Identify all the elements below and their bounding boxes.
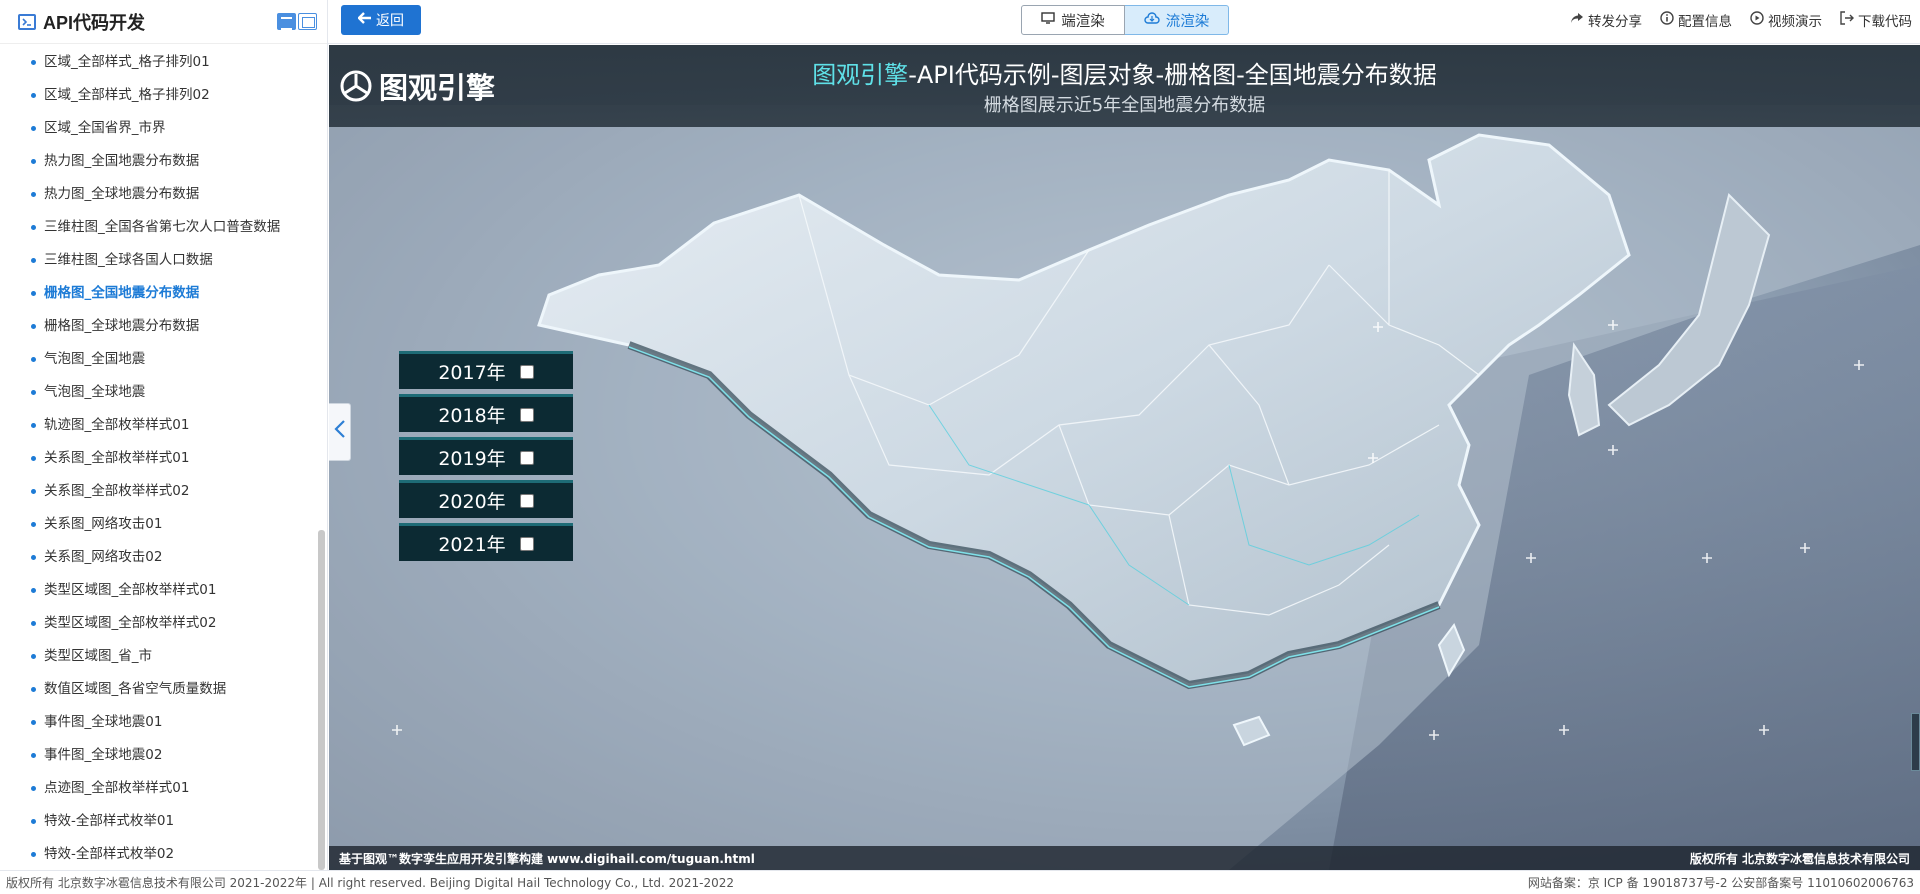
cloud-icon <box>1144 12 1160 28</box>
config-info-label: 配置信息 <box>1678 14 1732 30</box>
sidebar-item[interactable]: 类型区域图_全部枚举样式02 <box>0 607 317 640</box>
year-checkbox[interactable] <box>519 536 534 551</box>
sidebar-item[interactable]: 三维柱图_全球各国人口数据 <box>0 244 317 277</box>
sidebar-item[interactable]: 轨迹图_全部枚举样式01 <box>0 409 317 442</box>
year-label: 2018年 <box>438 405 506 427</box>
sidebar-item[interactable]: 区域_全部样式_格子排列01 <box>0 46 317 79</box>
sidebar-item[interactable]: 气泡图_全球地震 <box>0 376 317 409</box>
year-filter-item[interactable]: 2021年 <box>399 523 573 561</box>
render-mode-group: 端渲染 流渲染 <box>1021 5 1229 35</box>
download-code-label: 下载代码 <box>1858 14 1912 30</box>
year-filter-item[interactable]: 2017年 <box>399 351 573 389</box>
sidebar-item[interactable]: 区域_全部样式_格子排列02 <box>0 79 317 112</box>
footer-icp: 网站备案：京 ICP 备 19018737号-2 公安部备案号 11010602… <box>1527 876 1914 890</box>
year-label: 2021年 <box>438 534 506 556</box>
list-view-icon[interactable] <box>277 13 296 30</box>
year-checkbox[interactable] <box>519 407 534 422</box>
top-toolbar: 返回 端渲染 流渲染 转发分享 配置信息 视频演示 下载代码 <box>328 0 1920 44</box>
sidebar-item[interactable]: 点迹图_全部枚举样式01 <box>0 772 317 805</box>
sidebar-item[interactable]: 栅格图_全球地震分布数据 <box>0 310 317 343</box>
year-checkbox[interactable] <box>519 493 534 508</box>
sidebar-item[interactable]: 栅格图_全国地震分布数据 <box>0 277 317 310</box>
top-actions: 转发分享 配置信息 视频演示 下载代码 <box>1570 0 1912 40</box>
sidebar-item[interactable]: 关系图_全部枚举样式02 <box>0 475 317 508</box>
sidebar-item[interactable]: 关系图_网络攻击02 <box>0 541 317 574</box>
side-widget-handle[interactable] <box>1911 713 1920 771</box>
code-terminal-icon <box>18 13 36 30</box>
video-demo-label: 视频演示 <box>1768 14 1822 30</box>
sidebar-item[interactable]: 热力图_全球地震分布数据 <box>0 178 317 211</box>
page-title: 图观引擎-API代码示例-图层对象-栅格图-全国地震分布数据 <box>329 55 1920 90</box>
share-button[interactable]: 转发分享 <box>1570 10 1642 30</box>
share-icon <box>1570 12 1584 28</box>
stream-render-button[interactable]: 流渲染 <box>1125 5 1229 35</box>
page-subtitle: 栅格图展示近5年全国地震分布数据 <box>983 95 1266 116</box>
sidebar-scrollbar[interactable] <box>318 530 325 870</box>
client-render-button[interactable]: 端渲染 <box>1021 5 1125 35</box>
stream-render-label: 流渲染 <box>1165 13 1210 30</box>
example-menu-list: 区域_全部样式_格子排列01 区域_全部样式_格子排列02 区域_全国省界_市界 热力… <box>0 46 317 870</box>
year-label: 2019年 <box>438 448 506 470</box>
sidebar-item[interactable]: 事件图_全球地震01 <box>0 706 317 739</box>
sidebar-item[interactable]: 三维柱图_全国各省第七次人口普查数据 <box>0 211 317 244</box>
export-icon <box>1840 11 1854 29</box>
play-circle-icon <box>1750 11 1764 29</box>
sidebar-title: API代码开发 <box>43 12 146 33</box>
sidebar-item[interactable]: 区域_全国省界_市界 <box>0 112 317 145</box>
stage-footer: 基于图观™数字孪生应用开发引擎构建 www.digihail.com/tugua… <box>329 846 1920 870</box>
sidebar-item[interactable]: 关系图_网络攻击01 <box>0 508 317 541</box>
collapse-sidebar-button[interactable] <box>329 403 351 461</box>
sidebar-item[interactable]: 类型区域图_全部枚举样式01 <box>0 574 317 607</box>
year-label: 2020年 <box>438 491 506 513</box>
info-icon <box>1660 11 1674 29</box>
sidebar-item[interactable]: 事件图_全球地震02 <box>0 739 317 772</box>
monitor-icon <box>1041 12 1055 28</box>
sidebar-item[interactable]: 关系图_全部枚举样式01 <box>0 442 317 475</box>
config-info-button[interactable]: 配置信息 <box>1660 10 1732 30</box>
sidebar-item[interactable]: 特效-全部样式枚举01 <box>0 805 317 838</box>
year-checkbox[interactable] <box>519 450 534 465</box>
back-label: 返回 <box>376 13 404 29</box>
chevron-left-icon <box>333 419 346 445</box>
year-filter-item[interactable]: 2019年 <box>399 437 573 475</box>
map-viewport[interactable]: 图观引擎 图观引擎-API代码示例-图层对象-栅格图-全国地震分布数据 栅格图展… <box>329 45 1920 870</box>
footer-copyright: 版权所有 北京数字冰雹信息技术有限公司 2021-2022年 | All rig… <box>6 876 735 890</box>
image-view-icon[interactable] <box>298 13 317 30</box>
engine-credit: 基于图观™数字孪生应用开发引擎构建 www.digihail.com/tugua… <box>339 851 755 866</box>
year-filter-item[interactable]: 2018年 <box>399 394 573 432</box>
view-toggle <box>277 13 317 30</box>
back-button[interactable]: 返回 <box>341 5 421 35</box>
year-filter-panel: 2017年 2018年 2019年 2020年 2021年 <box>399 351 573 566</box>
title-highlight: 图观引擎 <box>812 61 909 89</box>
sidebar-item[interactable]: 数值区域图_各省空气质量数据 <box>0 673 317 706</box>
back-arrow-icon <box>357 12 372 28</box>
year-filter-item[interactable]: 2020年 <box>399 480 573 518</box>
share-label: 转发分享 <box>1588 14 1642 30</box>
client-render-label: 端渲染 <box>1061 13 1105 30</box>
download-code-button[interactable]: 下载代码 <box>1840 10 1912 30</box>
sidebar-header: API代码开发 <box>0 0 327 44</box>
sidebar: API代码开发 区域_全部样式_格子排列01 区域_全部样式_格子排列02 区域_全… <box>0 0 328 870</box>
sidebar-item[interactable]: 类型区域图_省_市 <box>0 640 317 673</box>
sidebar-item[interactable]: 气泡图_全国地震 <box>0 343 317 376</box>
stage-copyright: 版权所有 北京数字冰雹信息技术有限公司 <box>1689 851 1910 866</box>
video-demo-button[interactable]: 视频演示 <box>1750 10 1822 30</box>
sidebar-item[interactable]: 热力图_全国地震分布数据 <box>0 145 317 178</box>
page-footer: 版权所有 北京数字冰雹信息技术有限公司 2021-2022年 | All rig… <box>0 870 1920 894</box>
year-label: 2017年 <box>438 362 506 384</box>
sidebar-item[interactable]: 特效-全部样式枚举02 <box>0 838 317 870</box>
year-checkbox[interactable] <box>519 364 534 379</box>
title-rest: -API代码示例-图层对象-栅格图-全国地震分布数据 <box>908 61 1437 89</box>
title-banner: 图观引擎 图观引擎-API代码示例-图层对象-栅格图-全国地震分布数据 栅格图展… <box>329 45 1920 127</box>
